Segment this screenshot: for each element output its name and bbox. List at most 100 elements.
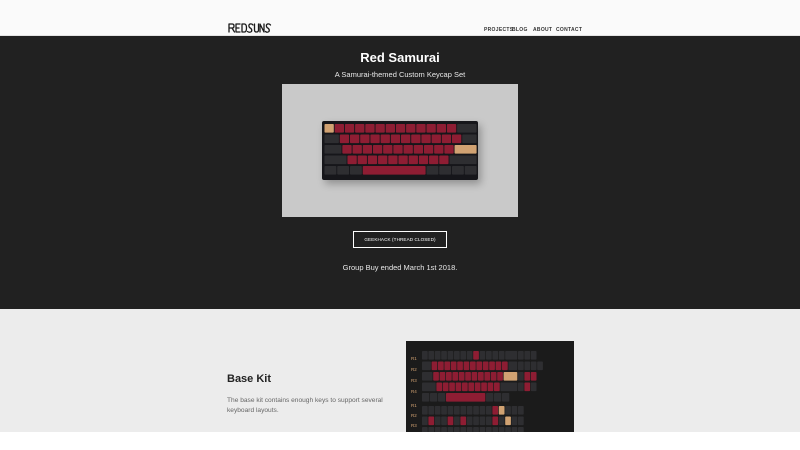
keycap — [431, 134, 441, 144]
keycap — [446, 124, 457, 133]
keycap — [471, 372, 478, 381]
keycap — [464, 166, 477, 175]
keycap — [503, 372, 518, 381]
keycap — [454, 351, 460, 360]
keycap — [324, 124, 334, 133]
keycap — [352, 145, 362, 154]
keycap — [530, 361, 537, 371]
nav-projects[interactable]: PROJECTS — [484, 27, 513, 33]
row-label: R3 — [411, 378, 417, 383]
keycap — [416, 124, 426, 133]
keycap — [518, 406, 524, 415]
keycap — [438, 393, 446, 402]
keycap — [492, 406, 499, 415]
keycap — [408, 155, 418, 165]
keycap — [452, 166, 464, 175]
keycap — [422, 361, 431, 371]
keycap — [452, 134, 462, 144]
keycap — [433, 372, 439, 381]
keycap — [422, 406, 428, 415]
keycap — [362, 166, 426, 175]
keycap — [375, 124, 385, 133]
keycap — [380, 134, 390, 144]
nav-blog[interactable]: BLOG — [512, 27, 528, 33]
keycap — [421, 134, 431, 144]
geekhack-button[interactable]: GEEKHACK (THREAD CLOSED) — [353, 231, 447, 248]
keycap — [434, 406, 441, 415]
keycap — [494, 393, 502, 402]
keycap — [450, 361, 457, 371]
keycap — [403, 145, 413, 154]
keycap — [324, 166, 337, 175]
keycap — [492, 351, 499, 360]
keycap — [530, 382, 537, 392]
site-logo[interactable] — [228, 22, 272, 34]
keycap — [434, 145, 444, 154]
keycap — [428, 416, 435, 426]
keycap — [530, 351, 537, 360]
keycap — [495, 361, 502, 371]
keycap — [436, 124, 446, 133]
keycap — [454, 416, 460, 426]
row-label: R2 — [411, 413, 417, 418]
nav-about[interactable]: ABOUT — [533, 27, 552, 33]
keycap — [426, 166, 439, 175]
keycap — [489, 361, 495, 371]
keycap — [505, 406, 511, 415]
row-label: R2 — [411, 367, 417, 372]
keycap — [428, 351, 435, 360]
keycap — [324, 145, 342, 154]
keycap — [423, 145, 434, 154]
keycap — [350, 166, 362, 175]
keycap — [401, 134, 411, 144]
nav-contact[interactable]: CONTACT — [556, 27, 582, 33]
keycap — [518, 416, 524, 426]
keycap — [455, 382, 462, 392]
row-label: R3 — [411, 423, 417, 428]
keycap — [439, 372, 446, 381]
keycap — [441, 416, 447, 426]
keycap — [524, 372, 531, 381]
keycap — [454, 406, 460, 415]
group-buy-status: Group Buy ended March 1st 2018. — [342, 263, 458, 272]
keycap — [473, 416, 479, 426]
page-bottom-margin — [0, 432, 800, 450]
keycap — [518, 351, 524, 360]
keycap — [385, 124, 395, 133]
page-subtitle: A Samurai-themed Custom Keycap Set — [334, 70, 466, 79]
keycap — [429, 155, 439, 165]
keycap — [449, 382, 455, 392]
keycap — [505, 416, 511, 426]
keycap — [511, 416, 518, 426]
keycap — [357, 155, 367, 165]
keycap — [473, 406, 479, 415]
keycap — [367, 155, 378, 165]
keycap — [444, 361, 451, 371]
keycap — [460, 416, 467, 426]
keycap — [457, 124, 477, 133]
keycap — [502, 393, 510, 402]
keycap — [498, 416, 505, 426]
keycap — [486, 406, 492, 415]
keycap — [428, 406, 435, 415]
keycap — [383, 145, 393, 154]
keycap — [524, 382, 531, 392]
keycap — [342, 145, 352, 154]
keycap — [476, 361, 483, 371]
keycap — [498, 351, 505, 360]
keycap — [466, 351, 473, 360]
row-label: R1 — [411, 403, 417, 408]
keycap — [465, 372, 471, 381]
keycap — [468, 382, 475, 392]
keycap — [492, 416, 499, 426]
keycap — [524, 351, 531, 360]
keycap — [439, 166, 452, 175]
keycap — [339, 134, 350, 144]
keycap — [426, 124, 436, 133]
keycap — [537, 361, 543, 371]
keycap — [431, 361, 438, 371]
keycap — [347, 155, 357, 165]
keycap — [518, 372, 524, 381]
keycap — [444, 145, 454, 154]
keycap — [454, 145, 477, 154]
